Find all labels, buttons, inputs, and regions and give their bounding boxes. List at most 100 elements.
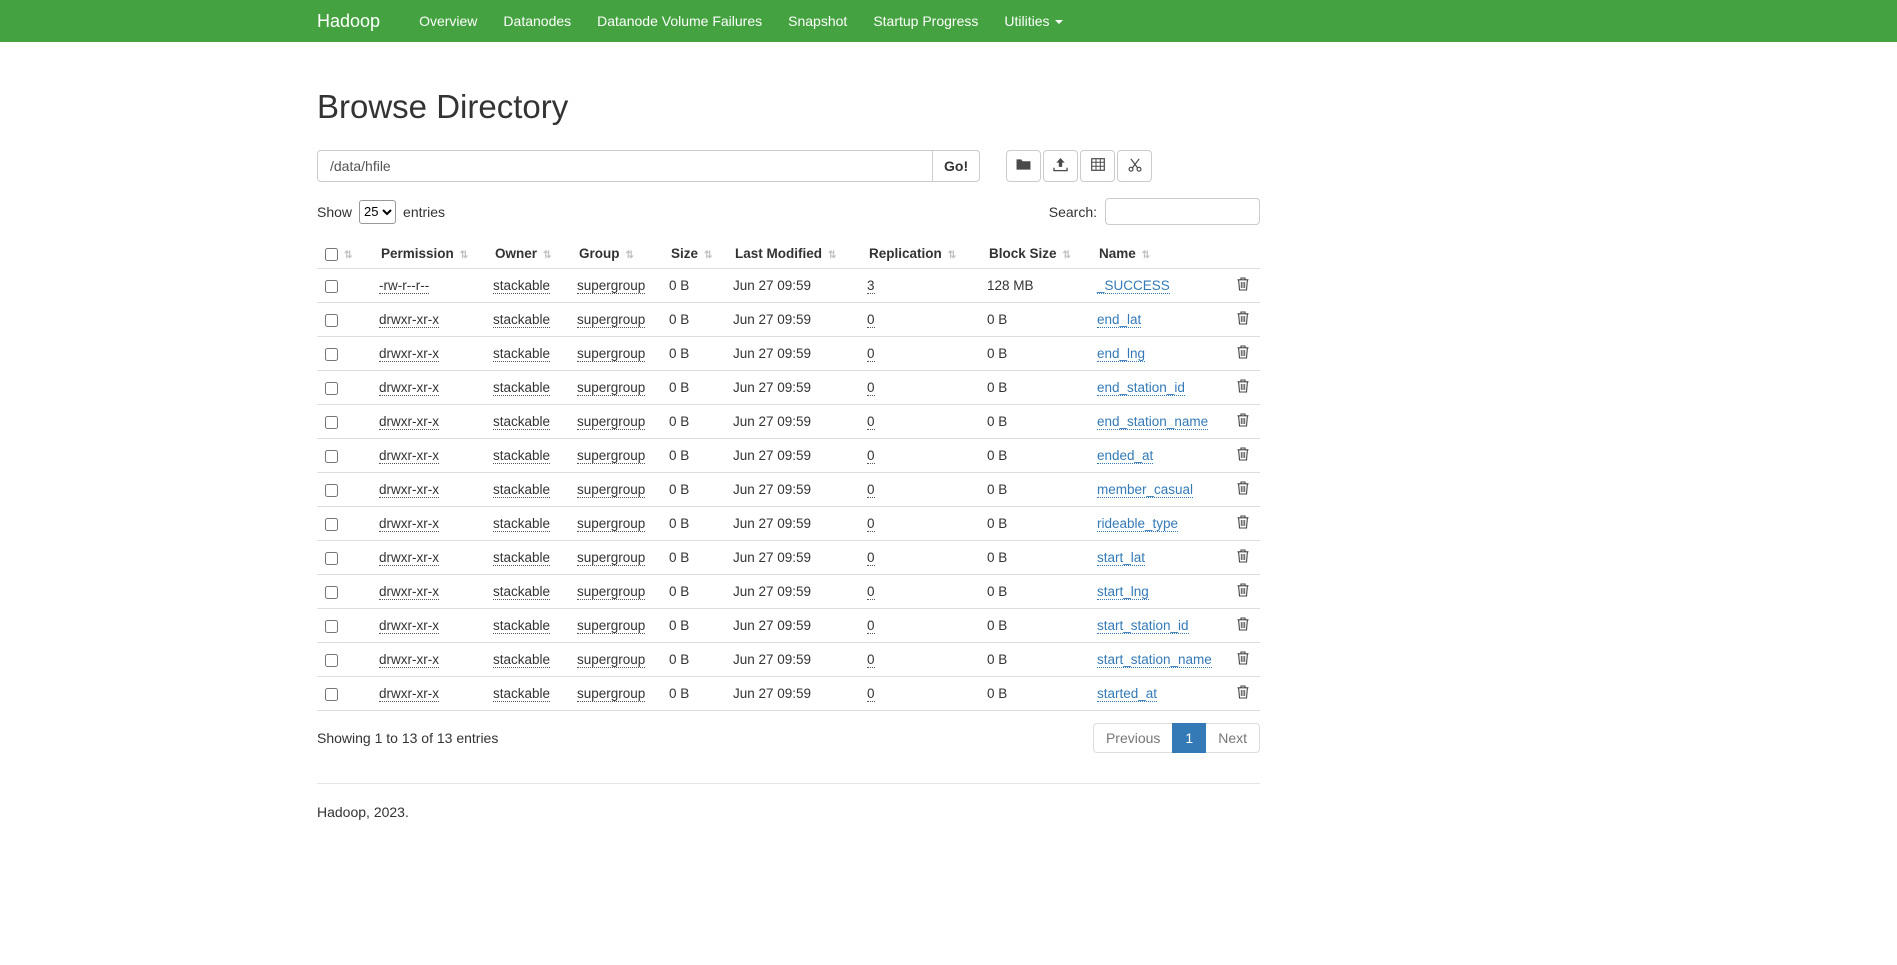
col-header-size[interactable]: Size⇅ xyxy=(663,239,727,269)
row-checkbox[interactable] xyxy=(325,688,338,701)
show-label: Show xyxy=(317,204,352,220)
delete-button[interactable] xyxy=(1233,345,1253,362)
file-name-link[interactable]: start_station_name xyxy=(1097,652,1212,668)
table-row: drwxr-xr-x stackable supergroup 0 B Jun … xyxy=(317,575,1260,609)
col-header-owner[interactable]: Owner⇅ xyxy=(487,239,571,269)
file-name-link[interactable]: end_station_id xyxy=(1097,380,1185,396)
file-name-link[interactable]: end_station_name xyxy=(1097,414,1208,430)
file-name-link[interactable]: end_lat xyxy=(1097,312,1141,328)
delete-button[interactable] xyxy=(1233,277,1253,294)
sort-icon: ⇅ xyxy=(344,250,351,261)
col-header-replication[interactable]: Replication⇅ xyxy=(861,239,981,269)
permission-value: drwxr-xr-x xyxy=(379,448,439,464)
owner-value: stackable xyxy=(493,516,550,532)
row-checkbox[interactable] xyxy=(325,416,338,429)
size-value: 0 B xyxy=(663,303,727,337)
file-name-link[interactable]: ended_at xyxy=(1097,448,1153,464)
size-value: 0 B xyxy=(663,643,727,677)
delete-button[interactable] xyxy=(1233,379,1253,396)
table-row: drwxr-xr-x stackable supergroup 0 B Jun … xyxy=(317,643,1260,677)
file-table: ⇅ Permission⇅ Owner⇅ Group⇅ Size⇅ Last M… xyxy=(317,239,1260,711)
pagination-next[interactable]: Next xyxy=(1205,723,1260,753)
go-button[interactable]: Go! xyxy=(932,150,980,182)
table-row: drwxr-xr-x stackable supergroup 0 B Jun … xyxy=(317,337,1260,371)
table-row: drwxr-xr-x stackable supergroup 0 B Jun … xyxy=(317,371,1260,405)
row-checkbox[interactable] xyxy=(325,450,338,463)
permission-value: drwxr-xr-x xyxy=(379,516,439,532)
col-header-name[interactable]: Name⇅ xyxy=(1091,239,1227,269)
nav-utilities-dropdown[interactable]: Utilities xyxy=(991,0,1075,42)
delete-button[interactable] xyxy=(1233,311,1253,328)
group-value: supergroup xyxy=(577,686,645,702)
cut-button[interactable] xyxy=(1117,150,1152,182)
page-size-select[interactable]: 25 xyxy=(359,200,396,224)
file-name-link[interactable]: started_at xyxy=(1097,686,1157,702)
delete-button[interactable] xyxy=(1233,515,1253,532)
brand-hadoop[interactable]: Hadoop xyxy=(317,11,380,32)
select-all-checkbox[interactable] xyxy=(325,248,338,261)
pagination-previous[interactable]: Previous xyxy=(1093,723,1173,753)
row-checkbox[interactable] xyxy=(325,280,338,293)
footer-text: Hadoop, 2023. xyxy=(317,804,1260,820)
modified-value: Jun 27 09:59 xyxy=(727,303,861,337)
file-name-link[interactable]: rideable_type xyxy=(1097,516,1178,532)
delete-button[interactable] xyxy=(1233,617,1253,634)
row-checkbox[interactable] xyxy=(325,552,338,565)
row-checkbox[interactable] xyxy=(325,348,338,361)
owner-value: stackable xyxy=(493,584,550,600)
delete-button[interactable] xyxy=(1233,651,1253,668)
size-value: 0 B xyxy=(663,269,727,303)
row-checkbox[interactable] xyxy=(325,654,338,667)
row-checkbox[interactable] xyxy=(325,314,338,327)
delete-button[interactable] xyxy=(1233,481,1253,498)
row-checkbox[interactable] xyxy=(325,382,338,395)
create-directory-button[interactable] xyxy=(1006,150,1041,182)
nav-datanodes[interactable]: Datanodes xyxy=(490,0,584,42)
upload-file-button[interactable] xyxy=(1043,150,1078,182)
owner-value: stackable xyxy=(493,652,550,668)
row-checkbox[interactable] xyxy=(325,518,338,531)
file-name-link[interactable]: start_station_id xyxy=(1097,618,1189,634)
replication-value: 3 xyxy=(867,278,875,294)
nav-snapshot[interactable]: Snapshot xyxy=(775,0,860,42)
delete-button[interactable] xyxy=(1233,583,1253,600)
modified-value: Jun 27 09:59 xyxy=(727,269,861,303)
col-header-group[interactable]: Group⇅ xyxy=(571,239,663,269)
nav-startup-progress[interactable]: Startup Progress xyxy=(860,0,991,42)
trash-icon xyxy=(1237,279,1249,294)
block-size-value: 0 B xyxy=(981,643,1091,677)
permission-value: drwxr-xr-x xyxy=(379,346,439,362)
row-checkbox[interactable] xyxy=(325,586,338,599)
col-header-last-modified[interactable]: Last Modified⇅ xyxy=(727,239,861,269)
file-name-link[interactable]: start_lat xyxy=(1097,550,1145,566)
replication-value: 0 xyxy=(867,618,875,634)
search-label: Search: xyxy=(1049,204,1097,220)
pagination-page-1[interactable]: 1 xyxy=(1172,723,1206,753)
nav-datanode-volume-failures[interactable]: Datanode Volume Failures xyxy=(584,0,775,42)
row-checkbox[interactable] xyxy=(325,620,338,633)
delete-button[interactable] xyxy=(1233,447,1253,464)
block-size-value: 0 B xyxy=(981,507,1091,541)
replication-value: 0 xyxy=(867,346,875,362)
search-input[interactable] xyxy=(1105,198,1260,225)
col-header-select-all[interactable]: ⇅ xyxy=(317,239,373,269)
delete-button[interactable] xyxy=(1233,685,1253,702)
entries-label: entries xyxy=(403,204,445,220)
directory-path-input[interactable] xyxy=(317,150,933,182)
row-checkbox[interactable] xyxy=(325,484,338,497)
delete-button[interactable] xyxy=(1233,549,1253,566)
table-header-row: ⇅ Permission⇅ Owner⇅ Group⇅ Size⇅ Last M… xyxy=(317,239,1260,269)
col-header-permission[interactable]: Permission⇅ xyxy=(373,239,487,269)
table-view-button[interactable] xyxy=(1080,150,1115,182)
file-name-link[interactable]: member_casual xyxy=(1097,482,1193,498)
file-name-link[interactable]: _SUCCESS xyxy=(1097,278,1170,294)
owner-value: stackable xyxy=(493,686,550,702)
delete-button[interactable] xyxy=(1233,413,1253,430)
caret-down-icon xyxy=(1055,20,1063,24)
col-header-block-size[interactable]: Block Size⇅ xyxy=(981,239,1091,269)
replication-value: 0 xyxy=(867,550,875,566)
upload-icon xyxy=(1053,158,1068,175)
file-name-link[interactable]: start_lng xyxy=(1097,584,1149,600)
file-name-link[interactable]: end_lng xyxy=(1097,346,1145,362)
nav-overview[interactable]: Overview xyxy=(406,0,490,42)
